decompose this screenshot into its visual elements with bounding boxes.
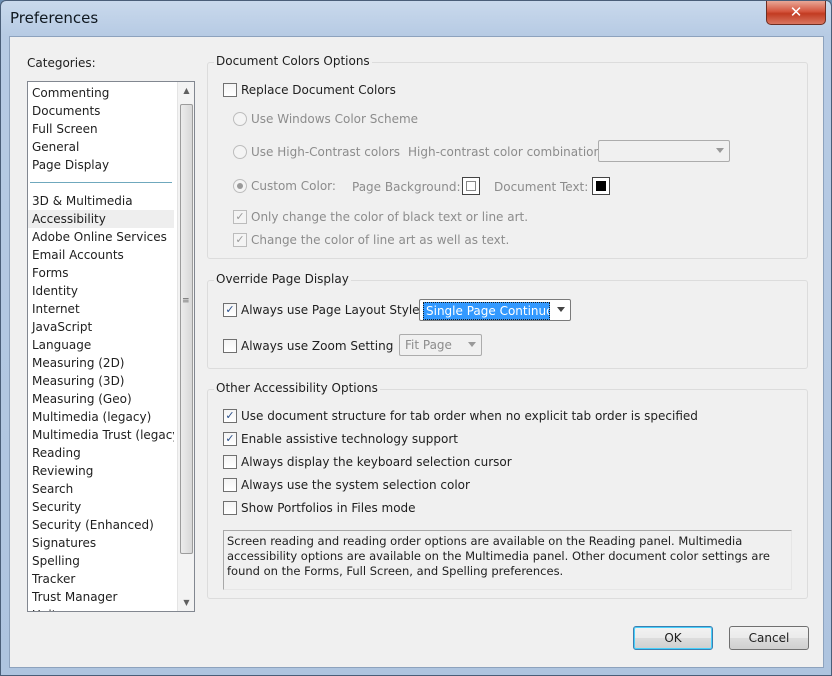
chevron-down-icon [468, 342, 476, 347]
window-title: Preferences [10, 9, 99, 27]
category-item[interactable]: Reading [28, 444, 174, 462]
assistive-technology-checkbox[interactable]: ✓ [223, 432, 237, 446]
system-selection-color-checkbox[interactable] [223, 478, 237, 492]
category-item[interactable]: Adobe Online Services [28, 228, 174, 246]
category-item[interactable]: Email Accounts [28, 246, 174, 264]
category-item[interactable]: Reviewing [28, 462, 174, 480]
dialog-client-area: Categories: Commenting Documents Full Scre… [9, 36, 824, 668]
category-item[interactable]: Multimedia (legacy) [28, 408, 174, 426]
categories-scrollbar[interactable]: ▲ ≡ ▼ [177, 82, 194, 611]
windows-color-scheme-radio[interactable] [233, 112, 247, 126]
zoom-setting-checkbox[interactable] [223, 339, 237, 353]
checkmark-icon: ✓ [235, 233, 245, 246]
portfolios-files-mode-checkbox[interactable] [223, 501, 237, 515]
hc-combination-label: High-contrast color combination: [408, 145, 606, 159]
page-layout-label: Always use Page Layout Style [241, 303, 420, 317]
category-item[interactable]: Trust Manager [28, 588, 174, 606]
swatch-fill [466, 181, 476, 191]
preferences-window: Preferences ✕ Categories: Commenting Docu… [0, 0, 832, 676]
categories-items: Commenting Documents Full Screen General Pag… [28, 84, 174, 611]
custom-color-radio[interactable] [233, 179, 247, 193]
category-item[interactable]: Security (Enhanced) [28, 516, 174, 534]
tab-order-structure-checkbox[interactable]: ✓ [223, 409, 237, 423]
swatch-fill [596, 181, 606, 191]
zoom-setting-value: Fit Page [405, 338, 452, 352]
system-selection-color-label: Always use the system selection color [241, 478, 470, 492]
category-item[interactable]: Spelling [28, 552, 174, 570]
category-item[interactable]: General [28, 138, 174, 156]
scroll-thumb[interactable] [180, 104, 193, 554]
page-layout-dropdown[interactable]: Single Page Continuous [419, 299, 571, 321]
checkmark-icon: ✓ [225, 432, 235, 445]
category-item[interactable]: Units [28, 606, 174, 611]
title-bar: Preferences ✕ [1, 1, 831, 35]
other-accessibility-title: Other Accessibility Options [214, 381, 380, 395]
category-item[interactable]: Documents [28, 102, 174, 120]
category-item[interactable]: Full Screen [28, 120, 174, 138]
only-black-checkbox[interactable]: ✓ [233, 210, 247, 224]
line-art-checkbox[interactable]: ✓ [233, 233, 247, 247]
close-icon: ✕ [789, 3, 803, 21]
zoom-setting-dropdown[interactable]: Fit Page [399, 334, 482, 356]
category-item[interactable]: Internet [28, 300, 174, 318]
document-colors-title: Document Colors Options [214, 54, 372, 68]
chevron-down-icon [557, 307, 565, 312]
ok-button[interactable]: OK [633, 626, 713, 650]
zoom-setting-label: Always use Zoom Setting [241, 339, 394, 353]
scroll-down-icon[interactable]: ▼ [178, 594, 194, 611]
category-item[interactable]: Accessibility [28, 210, 174, 228]
checkmark-icon: ✓ [235, 210, 245, 223]
keyboard-cursor-label: Always display the keyboard selection cu… [241, 455, 512, 469]
portfolios-files-mode-label: Show Portfolios in Files mode [241, 501, 416, 515]
windows-color-scheme-label: Use Windows Color Scheme [251, 112, 419, 126]
categories-list[interactable]: Commenting Documents Full Screen General Pag… [27, 81, 195, 612]
keyboard-cursor-checkbox[interactable] [223, 455, 237, 469]
document-text-swatch[interactable] [592, 177, 610, 195]
category-item[interactable]: Signatures [28, 534, 174, 552]
replace-document-colors-checkbox[interactable] [223, 83, 237, 97]
category-item[interactable]: 3D & Multimedia [28, 192, 174, 210]
category-item[interactable]: Language [28, 336, 174, 354]
category-separator [30, 182, 172, 183]
custom-color-label: Custom Color: [251, 179, 336, 193]
category-item[interactable]: Security [28, 498, 174, 516]
scroll-up-icon[interactable]: ▲ [178, 82, 194, 99]
page-background-label: Page Background: [352, 180, 461, 194]
override-page-display-title: Override Page Display [214, 272, 351, 286]
high-contrast-label: Use High-Contrast colors [251, 145, 401, 159]
category-item[interactable]: Search [28, 480, 174, 498]
only-black-label: Only change the color of black text or l… [251, 210, 529, 224]
page-layout-checkbox[interactable]: ✓ [223, 303, 237, 317]
categories-label: Categories: [27, 56, 96, 70]
checkmark-icon: ✓ [225, 303, 235, 316]
category-item[interactable]: Forms [28, 264, 174, 282]
category-item[interactable]: Measuring (2D) [28, 354, 174, 372]
chevron-down-icon [716, 148, 724, 153]
category-item[interactable]: Identity [28, 282, 174, 300]
category-item[interactable]: Commenting [28, 84, 174, 102]
document-text-label: Document Text: [494, 180, 589, 194]
checkmark-icon: ✓ [225, 409, 235, 422]
page-background-swatch[interactable] [462, 177, 480, 195]
assistive-technology-label: Enable assistive technology support [241, 432, 458, 446]
category-item[interactable]: Page Display [28, 156, 174, 174]
override-page-display-group [207, 280, 808, 369]
accessibility-info-note: Screen reading and reading order options… [223, 530, 792, 590]
category-item[interactable]: Measuring (Geo) [28, 390, 174, 408]
page-layout-value: Single Page Continuous [423, 302, 550, 320]
line-art-label: Change the color of line art as well as … [251, 233, 510, 247]
replace-document-colors-label: Replace Document Colors [241, 83, 396, 97]
cancel-button[interactable]: Cancel [729, 626, 809, 650]
scroll-grip-icon: ≡ [182, 296, 190, 306]
category-item[interactable]: Multimedia Trust (legacy) [28, 426, 174, 444]
close-button[interactable]: ✕ [766, 1, 826, 25]
category-item[interactable]: JavaScript [28, 318, 174, 336]
hc-combination-dropdown[interactable] [598, 140, 730, 162]
tab-order-structure-label: Use document structure for tab order whe… [241, 409, 698, 423]
category-item[interactable]: Measuring (3D) [28, 372, 174, 390]
high-contrast-radio[interactable] [233, 145, 247, 159]
category-item[interactable]: Tracker [28, 570, 174, 588]
